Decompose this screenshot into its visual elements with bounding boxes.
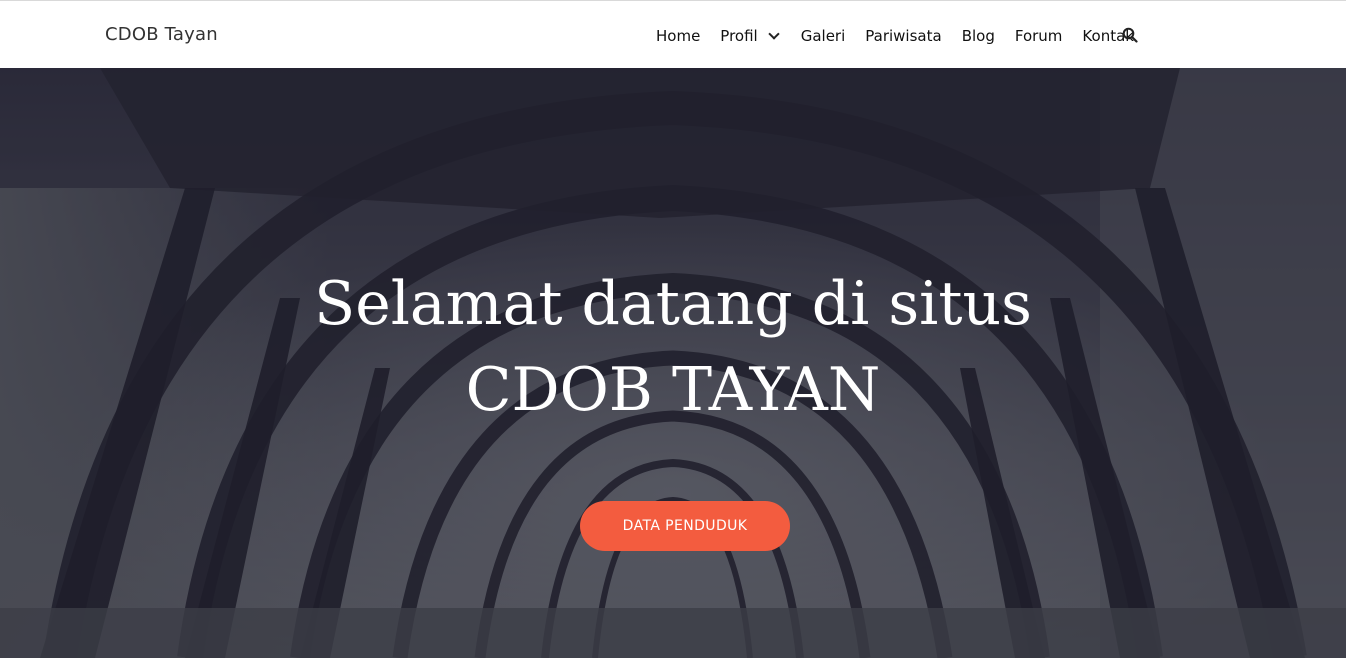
search-button[interactable] [1122,27,1138,43]
hero-title-line2: CDOB TAYAN [465,355,881,425]
hero-title: Selamat datang di situs CDOB TAYAN [223,261,1123,433]
nav-item-forum[interactable]: Forum [1015,27,1063,45]
nav-item-pariwisata[interactable]: Pariwisata [865,27,941,45]
site-brand-link[interactable]: CDOB Tayan [105,24,218,45]
search-icon [1122,27,1138,43]
site-header: CDOB Tayan Home Profil Galeri Pariwisata… [0,0,1346,68]
nav-item-profil[interactable]: Profil [720,27,780,45]
data-penduduk-button[interactable]: DATA PENDUDUK [580,501,790,551]
nav-item-blog[interactable]: Blog [962,27,995,45]
main-nav: Home Profil Galeri Pariwisata Blog Forum… [656,25,1154,47]
nav-item-profil-label: Profil [720,27,758,45]
hero-section: Selamat datang di situs CDOB TAYAN DATA … [0,68,1346,658]
hero-title-line1: Selamat datang di situs [314,269,1032,339]
chevron-down-icon [768,27,780,40]
nav-item-galeri[interactable]: Galeri [801,27,846,45]
nav-item-home[interactable]: Home [656,27,700,45]
